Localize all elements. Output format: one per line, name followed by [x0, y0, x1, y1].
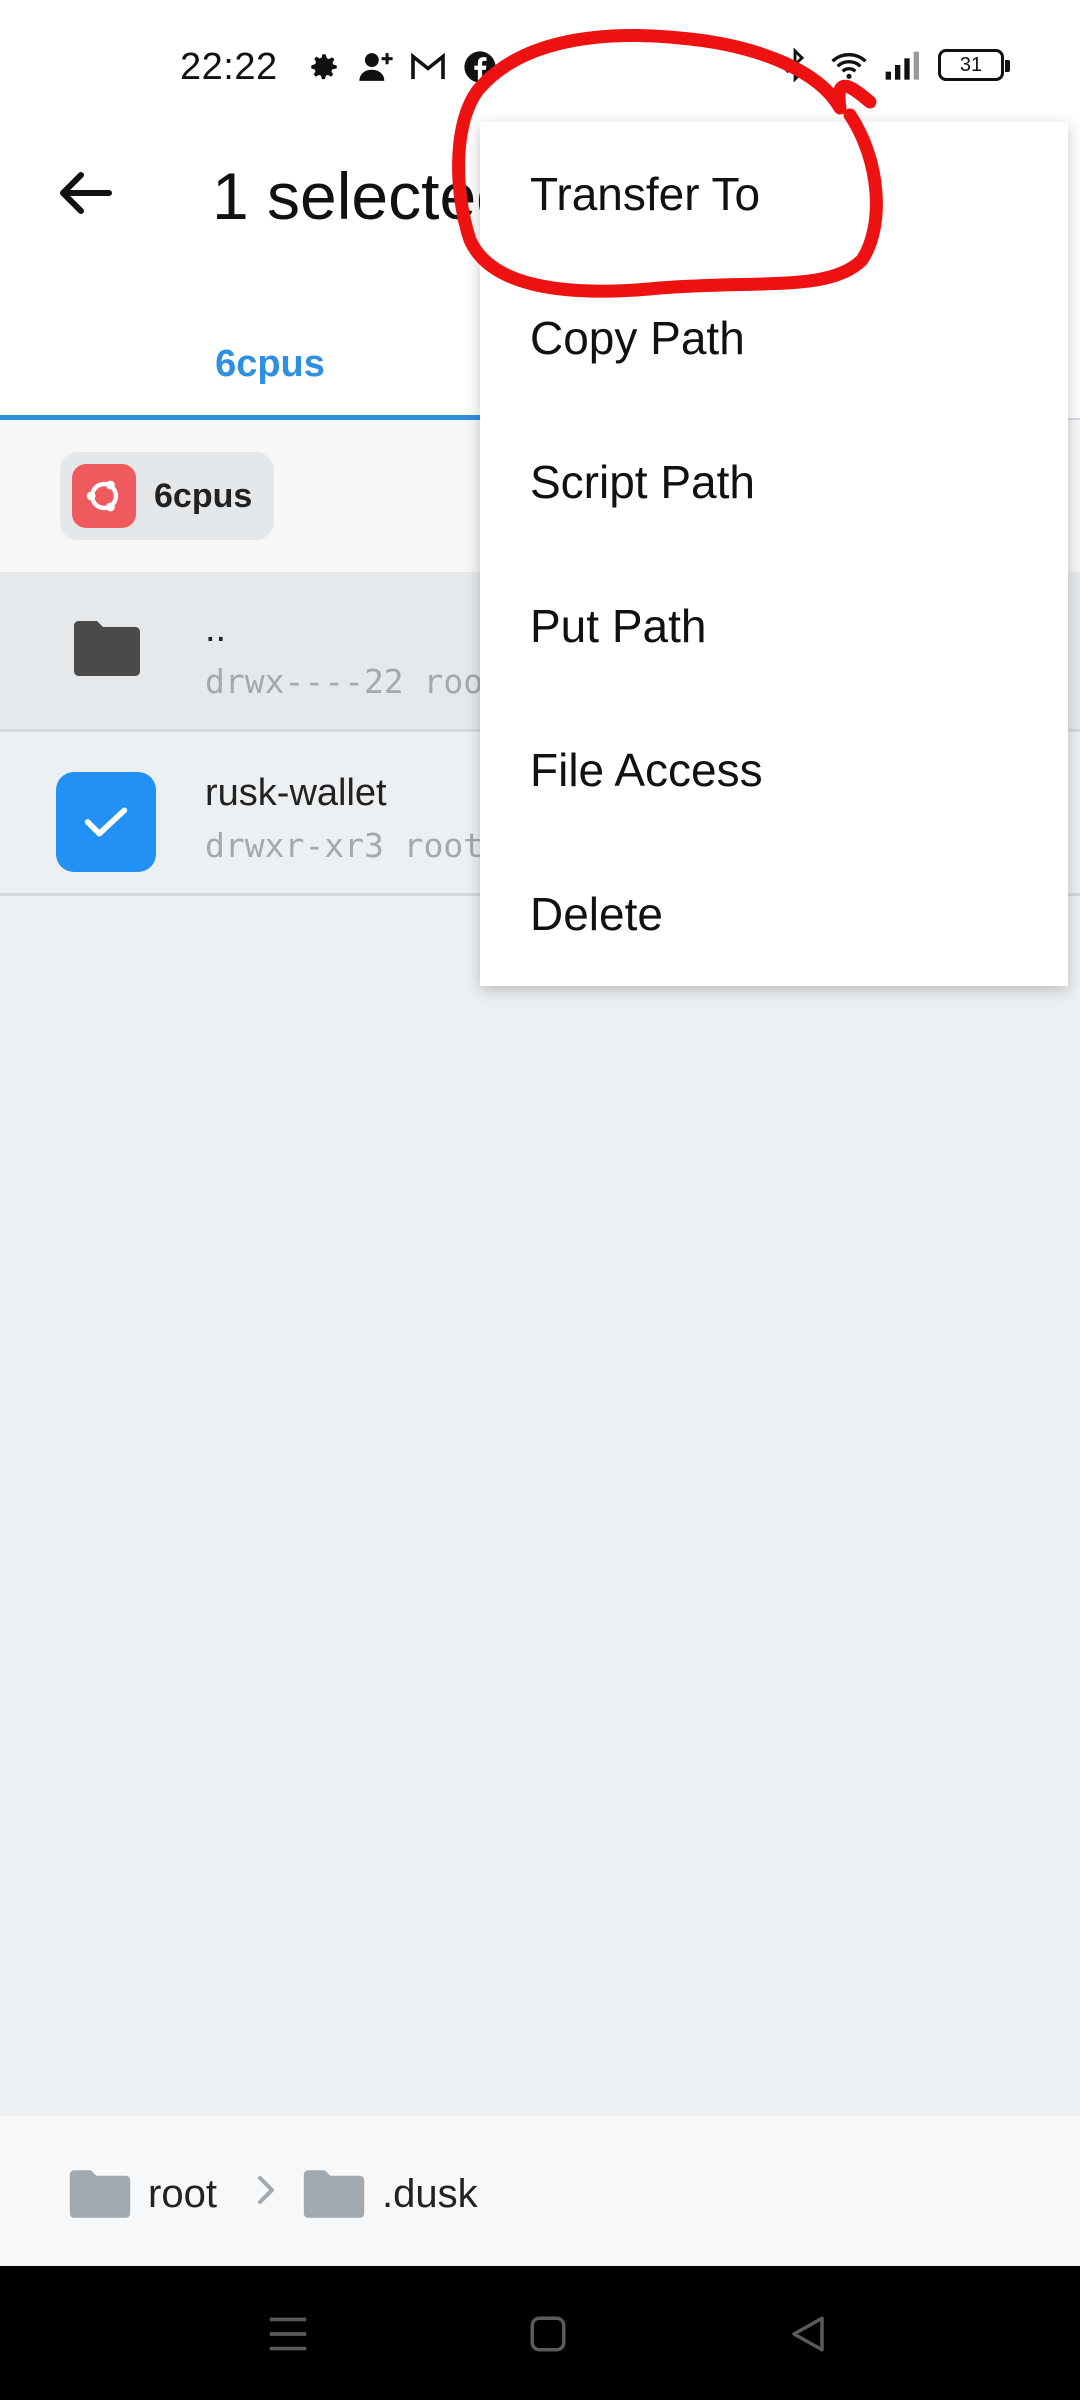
menu-item-script-path[interactable]: Script Path — [480, 410, 1068, 554]
breadcrumb: root .dusk — [0, 2116, 1080, 2266]
checkbox-checked-icon[interactable] — [56, 772, 156, 872]
system-nav-bar — [0, 2266, 1080, 2400]
home-icon[interactable] — [520, 2306, 576, 2362]
status-system-icons: 31 — [776, 46, 1010, 84]
back-button[interactable] — [50, 158, 120, 228]
file-name: .. — [205, 608, 227, 650]
bluetooth-icon — [776, 46, 814, 84]
breadcrumb-label: root — [148, 2171, 217, 2216]
back-triangle-icon[interactable] — [780, 2306, 836, 2362]
chevron-right-icon — [258, 2176, 274, 2204]
status-notification-icons — [305, 48, 499, 86]
menu-item-file-access[interactable]: File Access — [480, 698, 1068, 842]
breadcrumb-item-root[interactable]: root — [68, 2168, 217, 2220]
folder-icon — [69, 2170, 131, 2218]
settings-icon — [305, 48, 343, 86]
host-chip-label: 6cpus — [154, 476, 253, 515]
screen: 22:22 31 1 selected 6cpus 6cpus .. drwx-… — [0, 0, 1080, 2400]
status-bar: 22:22 31 — [0, 0, 1080, 118]
page-title: 1 selected — [212, 159, 513, 233]
battery-icon: 31 — [938, 49, 1010, 81]
menu-item-put-path[interactable]: Put Path — [480, 554, 1068, 698]
ubuntu-icon — [72, 464, 136, 528]
breadcrumb-label: .dusk — [382, 2171, 478, 2216]
file-name: rusk-wallet — [205, 772, 387, 814]
person-add-icon — [357, 48, 395, 86]
menu-item-delete[interactable]: Delete — [480, 842, 1068, 986]
signal-icon — [884, 46, 922, 84]
menu-item-transfer-to[interactable]: Transfer To — [480, 122, 1068, 266]
overflow-menu: Transfer To Copy Path Script Path Put Pa… — [480, 122, 1068, 986]
folder-icon — [74, 621, 140, 676]
gmail-icon — [409, 48, 447, 86]
folder-icon — [303, 2170, 365, 2218]
facebook-icon — [461, 48, 499, 86]
breadcrumb-item-dusk[interactable]: .dusk — [302, 2168, 478, 2220]
file-meta: drwxr-xr3 root — [205, 826, 484, 865]
tab-6cpus[interactable]: 6cpus — [0, 308, 540, 420]
host-chip[interactable]: 6cpus — [60, 452, 275, 540]
menu-item-copy-path[interactable]: Copy Path — [480, 266, 1068, 410]
status-time: 22:22 — [180, 46, 278, 88]
wifi-icon — [830, 46, 868, 84]
file-meta: drwx----22 root — [205, 662, 504, 701]
arrow-back-icon — [60, 172, 112, 214]
menu-icon[interactable] — [260, 2306, 316, 2362]
